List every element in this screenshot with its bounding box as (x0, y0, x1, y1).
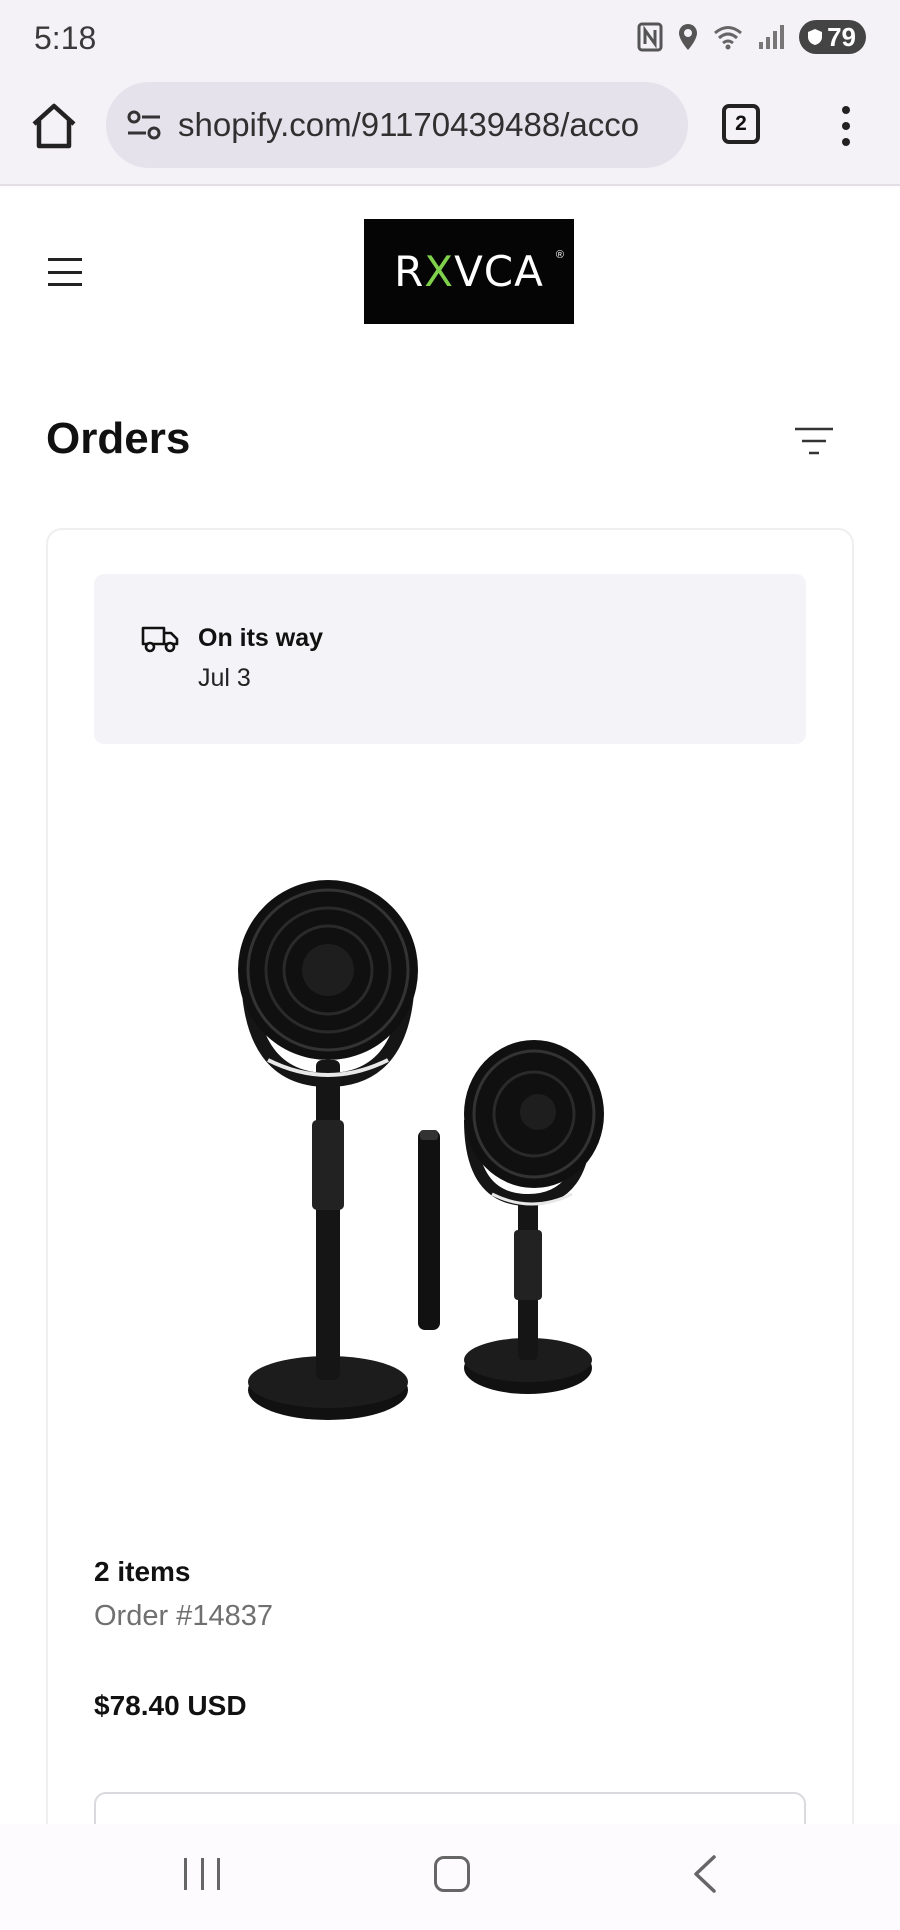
url-bar[interactable]: shopify.com/91170439488/acco (106, 82, 688, 168)
order-number: Order #14837 (94, 1600, 273, 1632)
store-logo[interactable]: RXVCA ® (364, 219, 574, 324)
tab-count: 2 (735, 112, 747, 135)
status-time: 5:18 (34, 20, 97, 56)
more-menu-button[interactable] (834, 102, 858, 150)
order-items-count: 2 items (94, 1556, 191, 1587)
extension-pole (418, 1130, 440, 1330)
recent-apps-icon[interactable] (184, 1858, 220, 1890)
battery-level: 79 (827, 21, 856, 52)
standing-fan-small (464, 1040, 604, 1394)
status-icons: 79 (637, 20, 866, 54)
more-icon (842, 106, 850, 114)
site-settings-icon[interactable] (126, 109, 162, 141)
order-action-button[interactable] (94, 1792, 806, 1824)
status-title: On its way (198, 624, 324, 652)
tabs-button[interactable]: 2 (722, 104, 760, 144)
browser-home-button[interactable] (28, 100, 80, 152)
filter-icon (795, 427, 833, 455)
product-image[interactable] (208, 830, 728, 1450)
logo-text: RXVCA (394, 247, 544, 296)
status-date: Jul 3 (198, 664, 251, 692)
home-icon (32, 103, 76, 149)
battery-shield-icon (808, 29, 823, 45)
page-title: Orders (46, 414, 191, 463)
signal-icon (759, 25, 785, 49)
page-content: RXVCA ® Orders On its way Jul 3 2 items … (0, 188, 900, 1824)
battery-indicator: 79 (799, 20, 866, 54)
system-navigation-bar (0, 1824, 900, 1930)
delivery-truck-icon (141, 626, 179, 653)
wifi-icon (714, 26, 743, 50)
location-icon (679, 24, 698, 50)
logo-registered-mark: ® (555, 249, 564, 261)
standing-fan-large (238, 880, 418, 1420)
browser-toolbar: shopify.com/91170439488/acco 2 (0, 76, 900, 186)
nfc-icon (637, 22, 663, 52)
fulfillment-status: On its way Jul 3 (94, 574, 806, 744)
order-total: $78.40 USD (94, 1690, 247, 1721)
url-text[interactable]: shopify.com/91170439488/acco (178, 106, 639, 144)
hamburger-menu-icon[interactable] (48, 258, 82, 286)
status-bar: 5:18 79 (0, 0, 900, 76)
filter-button[interactable] (794, 426, 834, 456)
order-card[interactable]: On its way Jul 3 2 items Order #14837 $7… (46, 528, 854, 1824)
back-icon[interactable] (690, 1854, 720, 1894)
home-icon[interactable] (434, 1856, 470, 1892)
